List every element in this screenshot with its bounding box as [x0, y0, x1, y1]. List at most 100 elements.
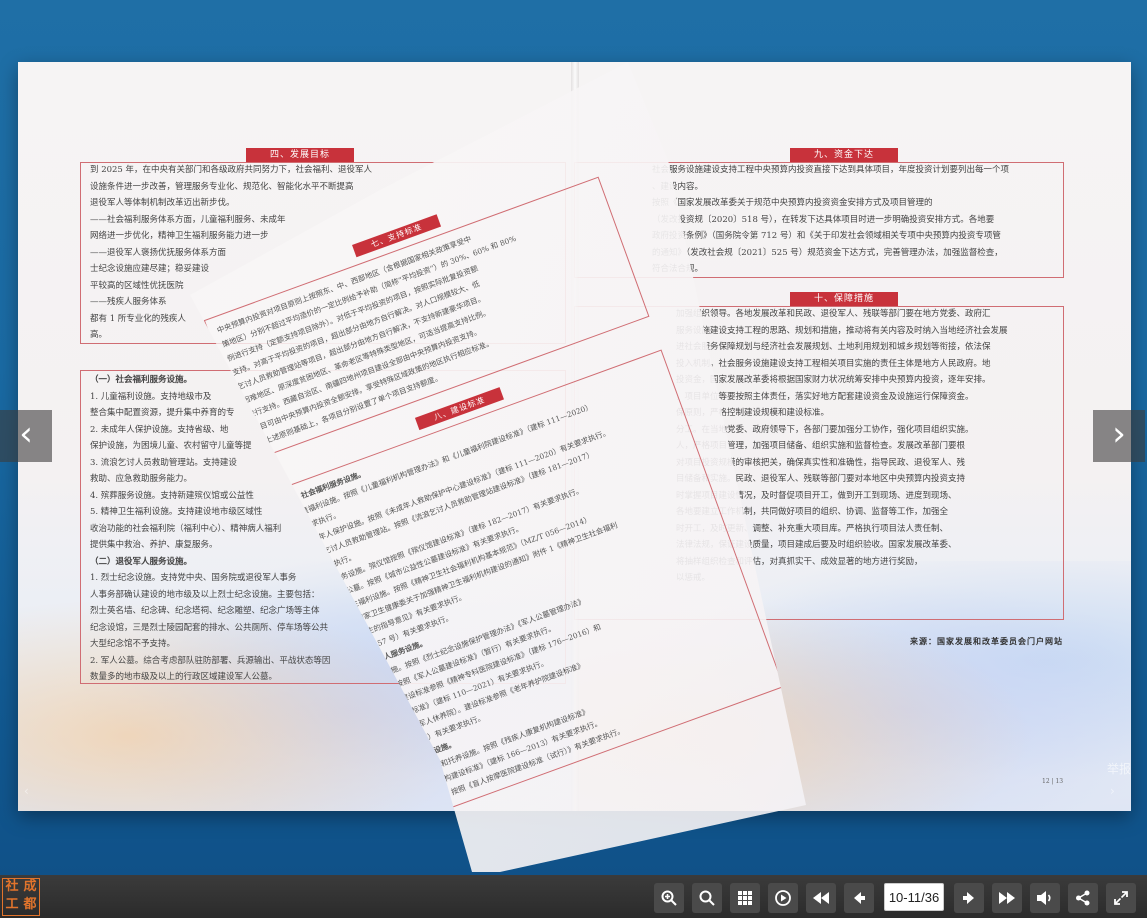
facilities-text: （一）社会福利服务设施。 1. 儿童福利设施。支持地级市及整合集中配置资源，提升集…	[90, 372, 556, 686]
bottom-toolbar: 社 成 工 都	[0, 875, 1147, 918]
text-line: 4. 殡葬服务设施。支持新建殡仪馆或公益性	[90, 490, 254, 501]
grid-icon	[738, 891, 752, 905]
text-line: 5. 精神卫生福利设施。支持建设地市级区域性	[90, 507, 263, 517]
share-button[interactable]	[1068, 883, 1098, 913]
text-line: 收治功能的社会福利院（福利中心）、精神病人福利	[90, 523, 282, 534]
report-link[interactable]: 举报	[1107, 760, 1131, 777]
text-line: 整合集中配置资源，提升集中养育的专	[90, 408, 235, 418]
prev-page-icon	[854, 892, 865, 904]
text-line: 设施条件进一步改善，管理服务专业化、规范化、智能化水平不断提高	[90, 181, 354, 192]
text-line: 分工。在当地党委、政府领导下，各部门要加强分工协作，强化项目组织实施。	[676, 424, 974, 435]
text-line: 的通知》（发改社会规〔2021〕525 号）规范资金下达方式，完善管理办法，加强…	[652, 247, 1003, 258]
text-line: 3. 流浪乞讨人员救助管理站。支持建设	[90, 457, 237, 468]
first-page-button[interactable]	[806, 883, 836, 913]
fullscreen-icon	[1114, 891, 1128, 905]
text-line: （发改投资规〔2020〕518 号），在转发下达具体项目时进一步明确投资安排方式…	[652, 214, 995, 225]
prev-spread-arrow[interactable]: ‹	[0, 410, 52, 462]
logo-char: 成	[23, 879, 37, 894]
text-line: 、建设内容。	[652, 181, 704, 192]
goals-text: 到 2025 年，在中央有关部门和各级政府共同努力下，社会福利、退役军人 设施条件…	[90, 162, 556, 344]
search-button[interactable]	[692, 883, 722, 913]
text-line: 投入机制。社会服务设施建设支持工程相关项目实施的责任主体是地方人民政府。地	[676, 358, 991, 369]
zoom-in-button[interactable]	[654, 883, 684, 913]
source-credit: 来源：国家发展和改革委员会门户网站	[910, 636, 1063, 646]
text-line: 退役军人等体制机制改革迈出新步伐。	[90, 198, 235, 208]
text-line: 到 2025 年，在中央有关部门和各级政府共同努力下，社会福利、退役军人	[90, 165, 373, 175]
text-line: 烈士英名墙、纪念碑、纪念塔祠、纪念雕塑、纪念广场等主体	[90, 606, 320, 616]
text-line: 社会服务设施建设支持工程中央预算内投资直接下达到具体项目，年度投资计划要列出每一…	[652, 165, 1010, 175]
text-line: 符合法合规。	[652, 264, 704, 274]
logo-char: 社	[5, 879, 19, 894]
text-line: 士纪念设施应建尽建；稳妥建设	[90, 264, 210, 274]
safeguards-text: 加强组织领导。各地发展改革和民政、退役军人、残联等部门要在地方党委、政府汇服务设…	[676, 306, 1054, 587]
prev-page-button[interactable]	[844, 883, 874, 913]
next-spread-arrow[interactable]: ›	[1093, 410, 1145, 462]
text-line: 将抽样组织检查和评估，对真抓实干、成效显著的地方进行奖励，	[676, 556, 923, 567]
text-line: 政府投资条例》（国务院令第 712 号）和《关于印发社会领域相关专项中央预算内投…	[652, 231, 1001, 241]
text-line: 各地要建立工作机制，共同做好项目的组织、协调、监督等工作，加强全	[676, 507, 949, 517]
next-page-icon	[963, 892, 974, 904]
page-number-input[interactable]	[884, 883, 944, 911]
thumbnails-button[interactable]	[730, 883, 760, 913]
text-line: ——社会福利服务体系方面，儿童福利服务、未成年	[90, 214, 286, 225]
section-heading-funding: 九、资金下达	[790, 148, 898, 162]
logo-char: 都	[23, 897, 37, 912]
brand-logo: 社 成 工 都	[2, 878, 40, 916]
text-line: 2. 未成年人保护设施。支持省级、地	[90, 424, 229, 435]
share-icon	[1076, 890, 1090, 906]
text-line: 保护设施，为困境儿童、农村留守儿童等提	[90, 441, 252, 451]
last-page-button[interactable]	[992, 883, 1022, 913]
text-line: 加强组织领导。各地发展改革和民政、退役军人、残联等部门要在地方党委、政府汇	[676, 309, 991, 319]
text-line: 目储备和实施。民政、退役军人、残联等部门要对本地区中央预算内投资支持	[676, 474, 966, 484]
text-line: 人，严格项目管理，加强项目储备、组织实施和监督检查。发展改革部门要根	[676, 441, 966, 451]
text-line: 时开工，及时更新、调整、补充重大项目库。严格执行项目法人责任制、	[676, 523, 949, 534]
autoplay-button[interactable]	[768, 883, 798, 913]
text-line: 进社会服务保障规划与经济社会发展规划、土地利用规划和城乡规划等衔接，依法保	[676, 342, 991, 352]
text-line: 救助、应急救助服务能力。	[90, 474, 193, 484]
funding-text: 社会服务设施建设支持工程中央预算内投资直接下达到具体项目，年度投资计划要列出每一…	[652, 162, 1054, 278]
text-line: 纪念设馆，三是烈士陵园配套的排水、公共厕所、停车场等公共	[90, 622, 329, 633]
text-line: 服务设施建设支持工程的思路、规划和措施，推动将有关内容及时纳入当地经济社会发展	[676, 325, 1008, 336]
text-line: （二）退役军人服务设施。	[90, 556, 193, 567]
text-line: 人事务部确认建设的地市级及以上烈士纪念设施。主要包括：	[90, 589, 320, 600]
text-line: 数量多的地市级及以上的行政区域建设军人公墓。	[90, 672, 278, 682]
play-icon	[775, 890, 791, 906]
book-spine	[571, 62, 579, 811]
section-heading-safeguards: 十、保障措施	[790, 292, 898, 306]
text-line: 大型纪念馆不予支持。	[90, 639, 176, 649]
flipbook-stage: 四、发展目标 到 2025 年，在中央有关部门和各级政府共同努力下，社会福利、退…	[0, 0, 1147, 872]
text-line: 1. 儿童福利设施。支持地级市及	[90, 391, 212, 402]
sound-button[interactable]	[1030, 883, 1060, 913]
search-icon	[699, 890, 715, 906]
text-line: ，项目单位等要按照主体责任，落实好地方配套建设资金及设施运行保障资金。	[676, 391, 974, 402]
corner-prev-icon[interactable]: ‹	[24, 784, 29, 798]
right-page[interactable]: 九、资金下达 社会服务设施建设支持工程中央预算内投资直接下达到具体项目，年度投资…	[574, 62, 1131, 811]
last-page-icon	[999, 892, 1015, 904]
text-line: 法律法规，保证建设质量，项目建成后要及时组织验收。国家发展改革委、	[676, 540, 957, 550]
text-line: 时掌握项目建设情况，及时督促项目开工，做到开工到现场、进度到现场、	[676, 490, 957, 501]
text-line: 都有 1 所专业化的残疾人	[90, 313, 186, 324]
text-line: 对项目投资规模的审核把关，确保真实性和准确性，指导民政、退役军人、残	[676, 457, 966, 468]
left-page[interactable]: 四、发展目标 到 2025 年，在中央有关部门和各级政府共同努力下，社会福利、退…	[18, 62, 574, 811]
text-line: 投资金，国家发展改革委将根据国家财力状况统筹安排中央预算内投资，逐年安排。	[676, 375, 991, 385]
text-line: 1. 烈士纪念设施。支持党中央、国务院或退役军人事务	[90, 573, 297, 583]
page-numbers: 12 | 13	[1042, 778, 1064, 785]
first-page-icon	[813, 892, 829, 904]
fullscreen-button[interactable]	[1106, 883, 1136, 913]
text-line: 高。	[90, 330, 108, 340]
corner-next-icon[interactable]: ›	[1110, 784, 1115, 798]
text-line: 按照《国家发展改革委关于规范中央预算内投资资金安排方式及项目管理的	[652, 198, 933, 208]
text-line: 保原则，严格控制建设规模和建设标准。	[676, 408, 830, 418]
text-line: ——残疾人服务体系	[90, 297, 167, 307]
text-line: ——退役军人褒扬优抚服务体系方面	[90, 247, 227, 258]
zoom-in-icon	[661, 890, 677, 906]
next-page-button[interactable]	[954, 883, 984, 913]
text-line: （一）社会福利服务设施。	[90, 375, 193, 385]
book-spread[interactable]: 四、发展目标 到 2025 年，在中央有关部门和各级政府共同努力下，社会福利、退…	[18, 62, 1131, 811]
section-heading-development-goals: 四、发展目标	[246, 148, 354, 162]
volume-icon	[1037, 891, 1051, 905]
logo-char: 工	[5, 897, 19, 912]
text-line: 提供集中救治、养护、康复服务。	[90, 540, 218, 550]
text-line: 以惩戒。	[676, 573, 711, 583]
text-line: 平较高的区域性优抚医院	[90, 280, 184, 291]
